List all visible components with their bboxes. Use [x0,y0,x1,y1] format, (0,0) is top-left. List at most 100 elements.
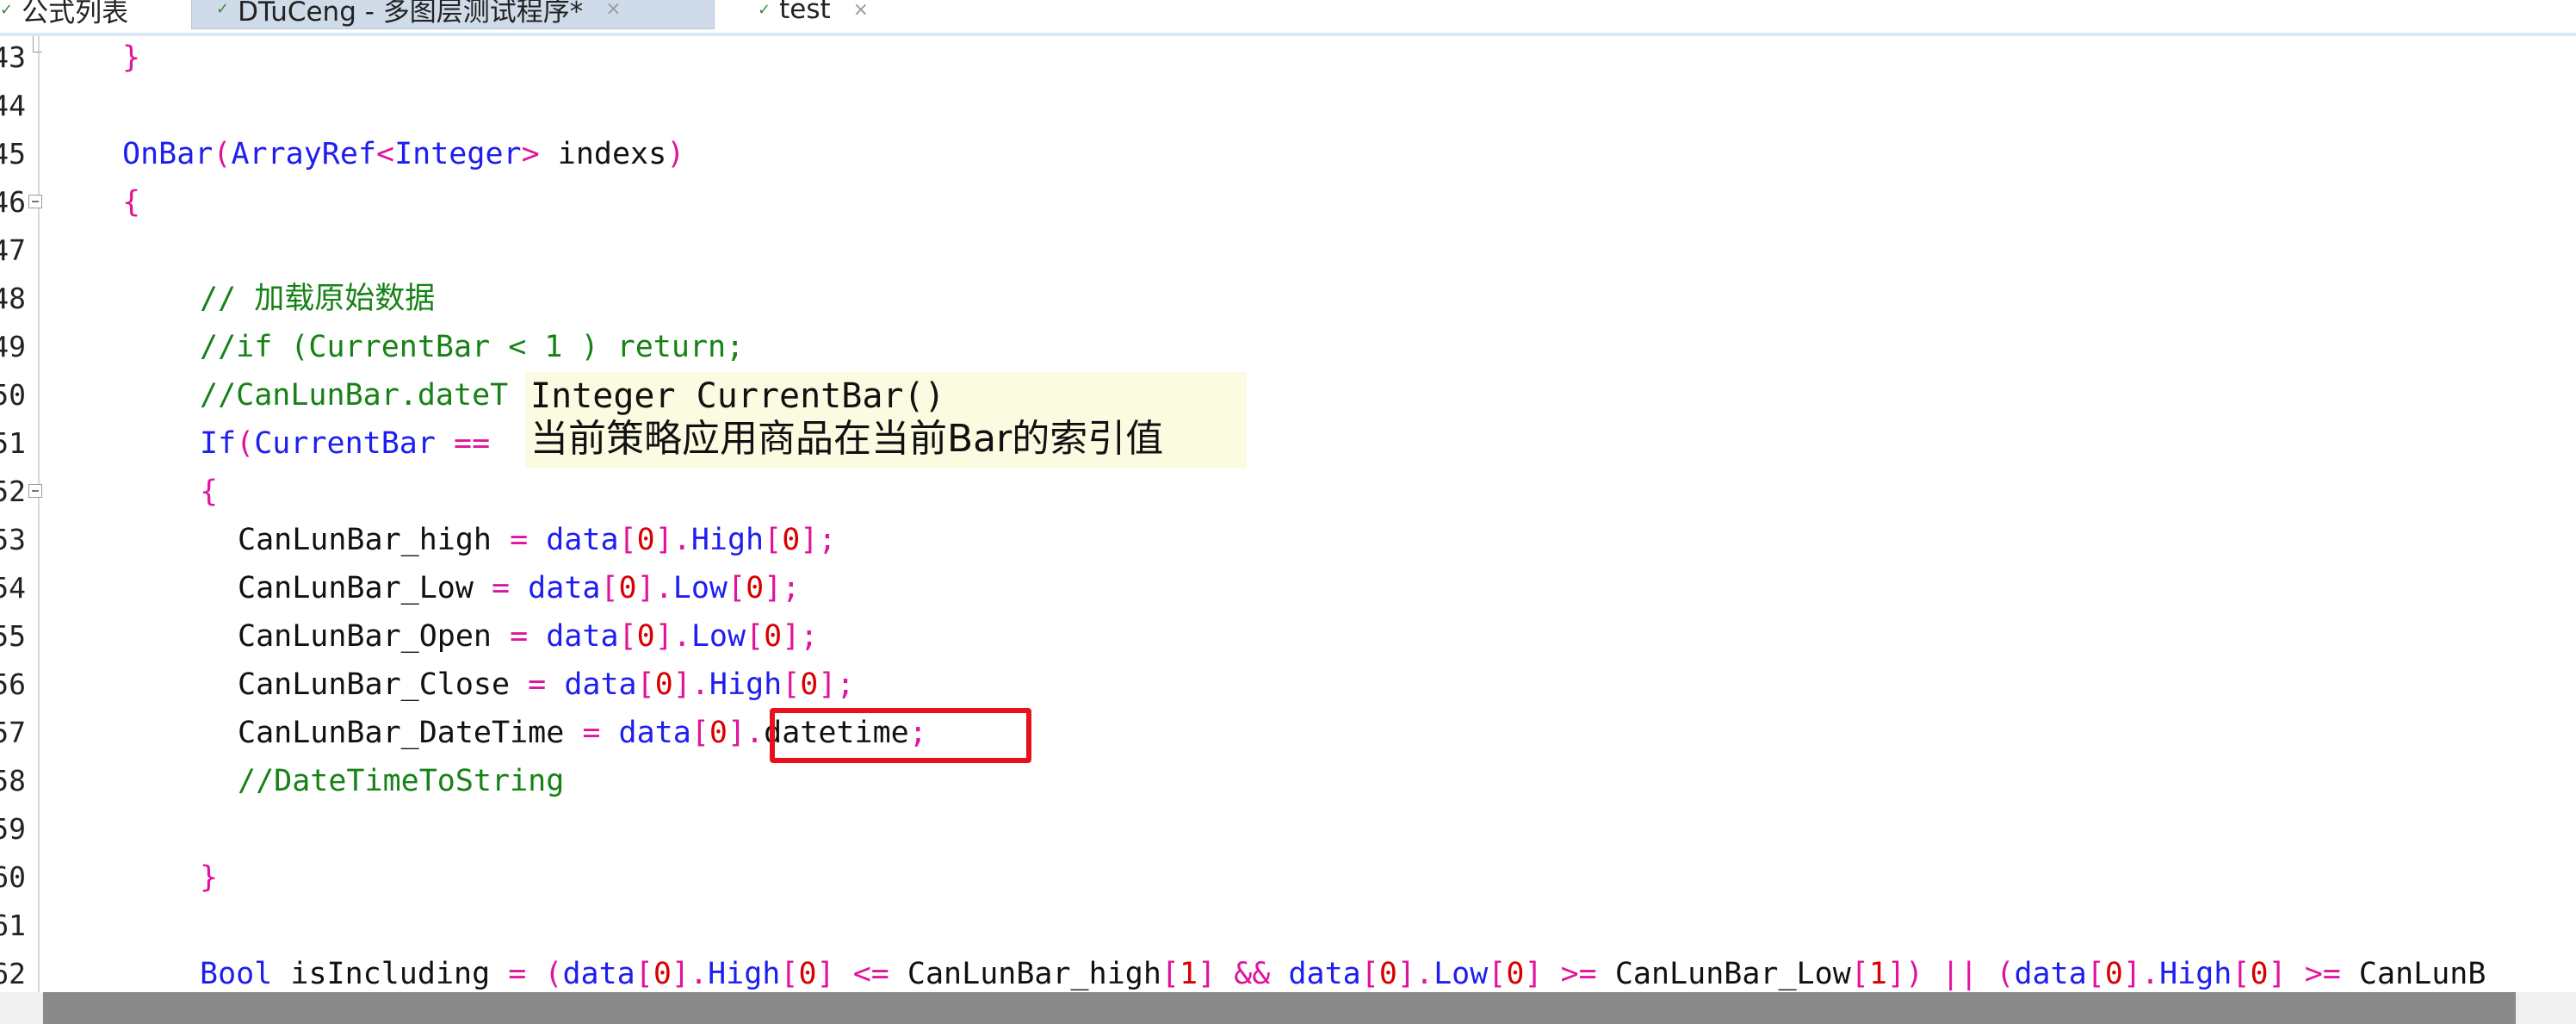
code-token: [ [618,619,637,654]
code-line[interactable]: { [200,468,218,516]
code-token: > [521,137,540,171]
code-token: } [200,860,219,895]
code-line[interactable]: CanLunBar_Low = data[0].Low[0]; [238,564,800,612]
code-token: 1 [1180,957,1198,991]
code-token: [ [635,957,653,991]
code-token: = [510,523,529,557]
code-token: CanLunBar_Low [1596,957,1851,991]
code-token: [ [1488,957,1507,991]
code-token: data [562,957,635,991]
code-token: High [2159,957,2232,991]
code-line[interactable]: //if (CurrentBar < 1 ) return; [200,323,744,371]
tab-2[interactable]: ✓ test × [734,0,871,29]
code-token: >= [2304,957,2341,991]
code-token: indexs [539,137,667,171]
code-token: 0 [764,619,783,654]
code-token: data [546,619,619,654]
tab-1[interactable]: ✓ DTuCeng - 多图层测试程序* × [191,0,715,29]
code-token: [ [600,571,619,605]
code-token: [ [618,523,637,557]
code-token: Bool [200,957,273,991]
code-token: 0 [782,523,801,557]
code-token: ]) [1886,957,1924,991]
code-token: [ [1360,957,1379,991]
code-token: 0 [654,667,673,702]
code-token: High [709,667,783,702]
code-token: Integer [394,137,522,171]
code-token: CanLunBar_high [238,523,511,557]
code-token: 0 [2250,957,2269,991]
code-line[interactable]: CanLunBar_high = data[0].High[0]; [238,516,836,564]
code-token: 0 [636,619,655,654]
code-token: ( [213,137,232,171]
code-line[interactable]: //CanLunBar.dateT [200,371,508,419]
code-token: data [2014,957,2087,991]
code-token: { [200,475,219,509]
code-line[interactable]: } [122,36,140,82]
tab-label: 公式列表 [22,0,129,28]
close-icon[interactable]: × [853,0,869,21]
code-token: CanLunBar_Open [238,619,511,654]
code-line[interactable]: CanLunBar_Open = data[0].Low[0]; [238,612,818,661]
code-token: data [618,716,691,750]
editor-tab-bar: ✓ 公式列表 ✓ DTuCeng - 多图层测试程序* × ✓ test × [0,0,2576,36]
code-token: [ [1161,957,1180,991]
scrollbar-thumb[interactable] [43,992,2516,1024]
code-token: ]; [800,523,837,557]
code-token: 0 [2104,957,2123,991]
code-token: ]. [654,523,691,557]
code-token: High [708,957,781,991]
code-token: ]. [727,716,765,750]
code-token: 0 [653,957,672,991]
code-token: ] [2268,957,2287,991]
code-token: || [1941,957,1978,991]
code-line[interactable]: OnBar(ArrayRef<Integer> indexs) [122,130,684,178]
code-token: Low [672,571,728,605]
tab-0[interactable]: ✓ 公式列表 [0,0,181,29]
code-token: // 加载原始数据 [200,282,436,316]
code-line[interactable]: //DateTimeToString [238,757,564,805]
code-token: If [200,426,237,461]
code-token: [ [764,523,783,557]
code-token: < [376,137,395,171]
code-token: 1 [1868,957,1887,991]
code-token: CanLunBar_Close [238,667,529,702]
code-token: CanLunBar_DateTime [238,716,583,750]
code-token: [ [690,716,709,750]
code-token: 0 [746,571,765,605]
code-line[interactable]: { [122,178,140,227]
code-editor[interactable]: } OnBar(ArrayRef<Integer> indexs){// 加载原始… [0,36,2576,992]
code-line[interactable]: // 加载原始数据 [200,275,435,323]
code-token: <= [852,957,889,991]
code-token: ( [236,426,255,461]
code-token: ArrayRef [231,137,377,171]
code-token: ]. [2122,957,2160,991]
red-annotation-box [770,708,1031,763]
code-token: ]; [764,571,801,605]
code-token: ]. [654,619,691,654]
code-token: isIncluding [272,957,509,991]
code-line[interactable]: If(CurrentBar == [200,419,490,468]
code-line[interactable]: Bool isIncluding = (data[0].High[0] <= C… [200,950,2486,992]
code-token: ] [816,957,835,991]
code-token: High [690,523,765,557]
code-line[interactable]: } [200,853,218,902]
code-token: ]; [818,667,855,702]
modified-file-icon: ✓ [758,0,771,19]
close-icon[interactable]: × [605,0,621,20]
code-token: ] [1524,957,1543,991]
code-line[interactable]: CanLunBar_Close = data[0].High[0]; [238,661,855,709]
code-token: //DateTimeToString [238,764,565,798]
horizontal-scrollbar[interactable] [0,992,2576,1024]
code-token: ]. [1396,957,1434,991]
code-token: data [1288,957,1361,991]
code-token: Low [690,619,746,654]
code-token: ] [1198,957,1217,991]
